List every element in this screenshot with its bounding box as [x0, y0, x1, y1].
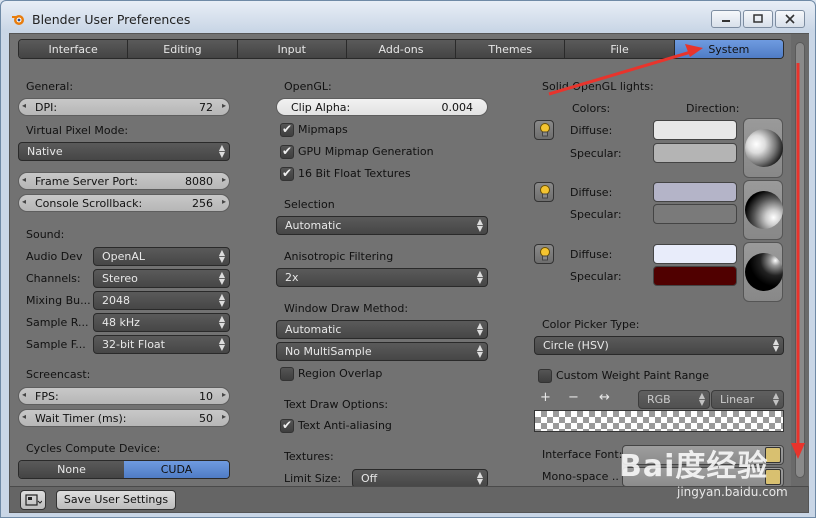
preferences-window: Blender User Preferences Interface Editi…	[0, 0, 816, 518]
annotation-arrowhead-system-tab	[685, 44, 703, 57]
watermark-url: jingyan.baidu.com	[677, 485, 788, 499]
annotation-arrow-to-system-tab	[548, 50, 692, 96]
watermark-brand: Bai度经验	[619, 449, 769, 484]
annotation-arrowhead-scrollbar	[791, 443, 805, 459]
